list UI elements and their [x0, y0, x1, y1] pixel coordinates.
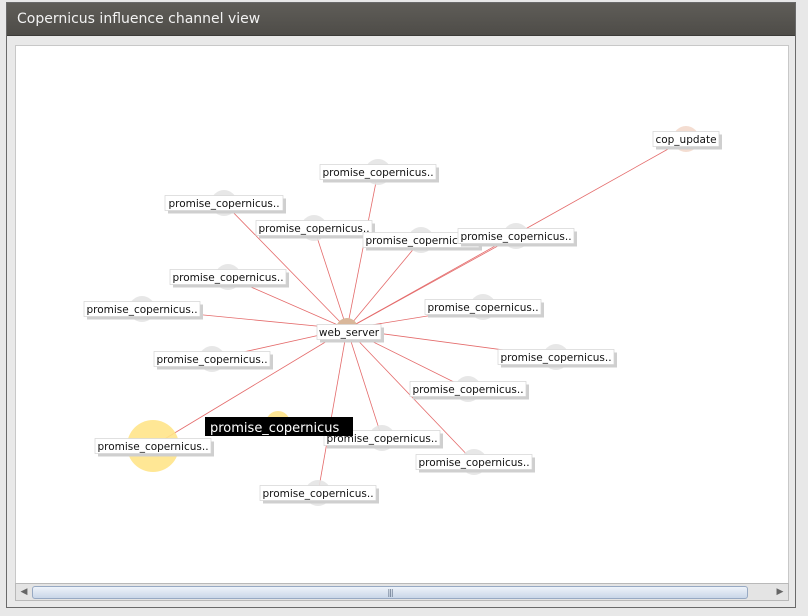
window-title: Copernicus influence channel view	[17, 11, 261, 27]
graph-node-label[interactable]: promise_copernicus..	[457, 228, 577, 247]
graph-node-label[interactable]: promise_copernicus..	[255, 220, 375, 239]
label-layer: cop_updatepromise_copernicus..promise_co…	[83, 131, 722, 504]
node-label-text: promise_copernicus..	[172, 272, 283, 284]
scroll-thumb[interactable]: |||	[32, 586, 748, 599]
graph-node-label[interactable]: promise_copernicus..	[497, 349, 617, 368]
node-label-text: cop_update	[655, 134, 716, 146]
graph-edge	[346, 239, 422, 330]
graph-node-label[interactable]: promise_copernicus..	[259, 485, 379, 504]
graph-node-label[interactable]: promise_copernicus..	[424, 299, 544, 318]
graph-node-label[interactable]: promise_copernicus..	[94, 438, 214, 457]
scroll-right-arrow[interactable]: ▶	[773, 584, 787, 600]
node-label-text: promise_copernicus..	[412, 384, 523, 396]
influence-graph[interactable]: cop_updatepromise_copernicus..promise_co…	[16, 46, 788, 600]
highlighted-node-tooltip: promise_copernicus	[205, 417, 353, 436]
node-label-text: web_server	[319, 327, 380, 339]
center-node-label[interactable]: web_server	[316, 324, 384, 343]
node-label-text: promise_copernicus..	[322, 167, 433, 179]
graph-node-label[interactable]: promise_copernicus..	[319, 164, 439, 183]
node-label-text: promise_copernicus..	[418, 457, 529, 469]
graph-canvas[interactable]: cop_update promise_copernicus.. promise_co…	[15, 45, 789, 601]
graph-node-label[interactable]: promise_copernicus..	[415, 454, 535, 473]
graph-window: Copernicus influence channel view cop_up…	[6, 2, 796, 608]
graph-node-label[interactable]: promise_copernicus..	[153, 351, 273, 370]
scroll-left-arrow[interactable]: ◀	[17, 584, 31, 600]
graph-edge	[317, 328, 348, 494]
node-label-text: promise_copernicus..	[427, 302, 538, 314]
horizontal-scrollbar[interactable]: ◀ ||| ▶	[15, 583, 789, 601]
node-label-text: promise_copernicus..	[500, 352, 611, 364]
node-label-text: promise_copernicus..	[262, 488, 373, 500]
node-label-text: promise_copernicus..	[168, 198, 279, 210]
node-label-text: promise_copernicus..	[86, 304, 197, 316]
node-label-text: promise_copernicus..	[97, 441, 208, 453]
graph-node-label[interactable]: cop_update	[652, 131, 722, 150]
window-titlebar: Copernicus influence channel view	[7, 3, 795, 36]
graph-node-label[interactable]: promise_copernicus..	[169, 269, 289, 288]
tooltip-text: promise_copernicus	[210, 421, 340, 436]
graph-node-label[interactable]: promise_copernicus..	[409, 381, 529, 400]
node-label-text: promise_copernicus..	[460, 231, 571, 243]
node-label-text: promise_copernicus..	[258, 223, 369, 235]
graph-edge	[313, 227, 348, 330]
node-label-text: promise_copernicus..	[156, 354, 267, 366]
graph-node-label[interactable]: promise_copernicus..	[83, 301, 203, 320]
scroll-grip-icon: |||	[387, 587, 393, 597]
graph-node-label[interactable]: promise_copernicus..	[164, 195, 286, 214]
